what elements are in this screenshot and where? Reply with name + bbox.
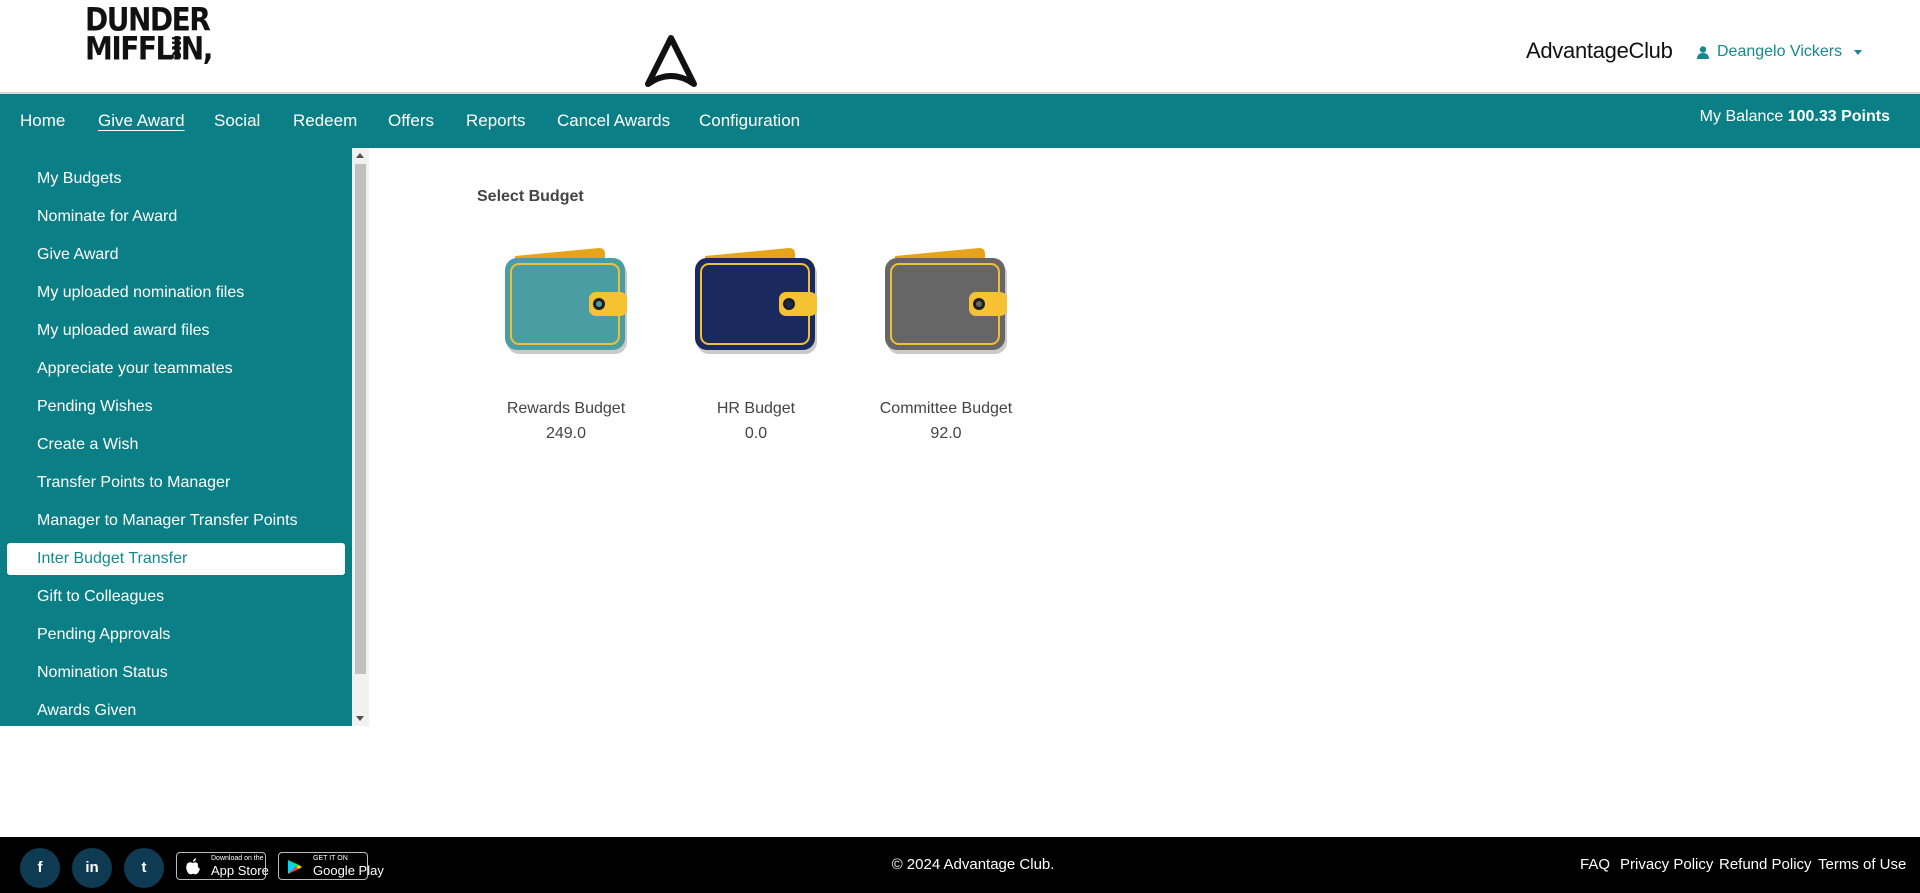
nav-home[interactable]: Home bbox=[20, 111, 65, 131]
budget-value: 249.0 bbox=[545, 425, 587, 442]
budget-card-committee[interactable]: Committee Budget 92.0 bbox=[851, 240, 1041, 450]
balance-label: My Balance bbox=[1699, 108, 1784, 125]
budget-name: Committee Budget bbox=[879, 400, 1013, 417]
nav-configuration[interactable]: Configuration bbox=[699, 111, 800, 131]
wallet-icon bbox=[885, 248, 1007, 354]
nav-reports[interactable]: Reports bbox=[466, 111, 526, 131]
scroll-thumb[interactable] bbox=[355, 164, 366, 674]
balance-display: My Balance 100.33 Points bbox=[1700, 108, 1890, 126]
sidebar-item-nomination-status[interactable]: Nomination Status bbox=[7, 657, 345, 689]
sidebar-item-gift-to-colleagues[interactable]: Gift to Colleagues bbox=[7, 581, 345, 613]
sidebar-item-awards-given[interactable]: Awards Given bbox=[7, 695, 345, 726]
sidebar-item-manager-to-manager[interactable]: Manager to Manager Transfer Points bbox=[7, 505, 345, 537]
sidebar-item-uploaded-nomination-files[interactable]: My uploaded nomination files bbox=[7, 277, 345, 309]
page-title: Select Budget bbox=[477, 188, 584, 205]
sidebar-item-inter-budget-transfer[interactable]: Inter Budget Transfer bbox=[7, 543, 345, 575]
nav-social[interactable]: Social bbox=[214, 111, 260, 131]
main-navbar: Home Give Award Social Redeem Offers Rep… bbox=[0, 94, 1920, 148]
budget-value: 92.0 bbox=[930, 425, 962, 442]
balance-value: 100.33 Points bbox=[1787, 108, 1890, 125]
sidebar-item-pending-wishes[interactable]: Pending Wishes bbox=[7, 391, 345, 423]
footer-link-privacy[interactable]: Privacy Policy bbox=[1620, 856, 1713, 873]
budget-name: HR Budget bbox=[716, 400, 796, 417]
brand-name: AdvantageClub bbox=[1526, 38, 1673, 63]
logo-line2: MIFFLIN, bbox=[85, 29, 213, 68]
logo-inc: INC bbox=[169, 36, 183, 60]
footer-link-terms[interactable]: Terms of Use bbox=[1818, 856, 1906, 873]
sidebar-item-give-award[interactable]: Give Award bbox=[7, 239, 345, 271]
sidebar-item-create-wish[interactable]: Create a Wish bbox=[7, 429, 345, 461]
scroll-down-icon[interactable] bbox=[356, 716, 364, 721]
wallet-icon bbox=[505, 248, 627, 354]
budget-name: Rewards Budget bbox=[506, 400, 626, 417]
budget-value: 0.0 bbox=[744, 425, 768, 442]
footer-link-refund[interactable]: Refund Policy bbox=[1719, 856, 1812, 873]
nav-give-award[interactable]: Give Award bbox=[98, 111, 185, 131]
top-header: DUNDER MIFFLIN, INC AdvantageClub Deange… bbox=[0, 0, 1920, 94]
chevron-down-icon bbox=[1854, 49, 1863, 55]
nav-offers[interactable]: Offers bbox=[388, 111, 434, 131]
company-logo[interactable]: DUNDER MIFFLIN, INC bbox=[85, 2, 213, 66]
budget-card-hr[interactable]: HR Budget 0.0 bbox=[661, 240, 851, 450]
wallet-icon bbox=[695, 248, 817, 354]
nav-redeem[interactable]: Redeem bbox=[293, 111, 357, 131]
advantage-mark-icon bbox=[645, 35, 697, 87]
sidebar-item-pending-approvals[interactable]: Pending Approvals bbox=[7, 619, 345, 651]
user-menu[interactable]: Deangelo Vickers bbox=[1697, 43, 1863, 61]
budget-card-rewards[interactable]: Rewards Budget 249.0 bbox=[471, 240, 661, 450]
scroll-up-icon[interactable] bbox=[356, 153, 364, 158]
sidebar-item-my-budgets[interactable]: My Budgets bbox=[7, 163, 345, 195]
sidebar-item-nominate-for-award[interactable]: Nominate for Award bbox=[7, 201, 345, 233]
sidebar-scrollbar[interactable] bbox=[352, 148, 369, 726]
sidebar: My Budgets Nominate for Award Give Award… bbox=[0, 148, 352, 726]
sidebar-item-appreciate-teammates[interactable]: Appreciate your teammates bbox=[7, 353, 345, 385]
footer-link-faq[interactable]: FAQ bbox=[1580, 856, 1610, 873]
nav-cancel-awards[interactable]: Cancel Awards bbox=[557, 111, 670, 131]
sidebar-item-uploaded-award-files[interactable]: My uploaded award files bbox=[7, 315, 345, 347]
footer: f in t Download on the App Store GET IT … bbox=[0, 837, 1920, 893]
sidebar-item-transfer-to-manager[interactable]: Transfer Points to Manager bbox=[7, 467, 345, 499]
user-name: Deangelo Vickers bbox=[1717, 43, 1843, 60]
user-icon bbox=[1697, 45, 1709, 59]
